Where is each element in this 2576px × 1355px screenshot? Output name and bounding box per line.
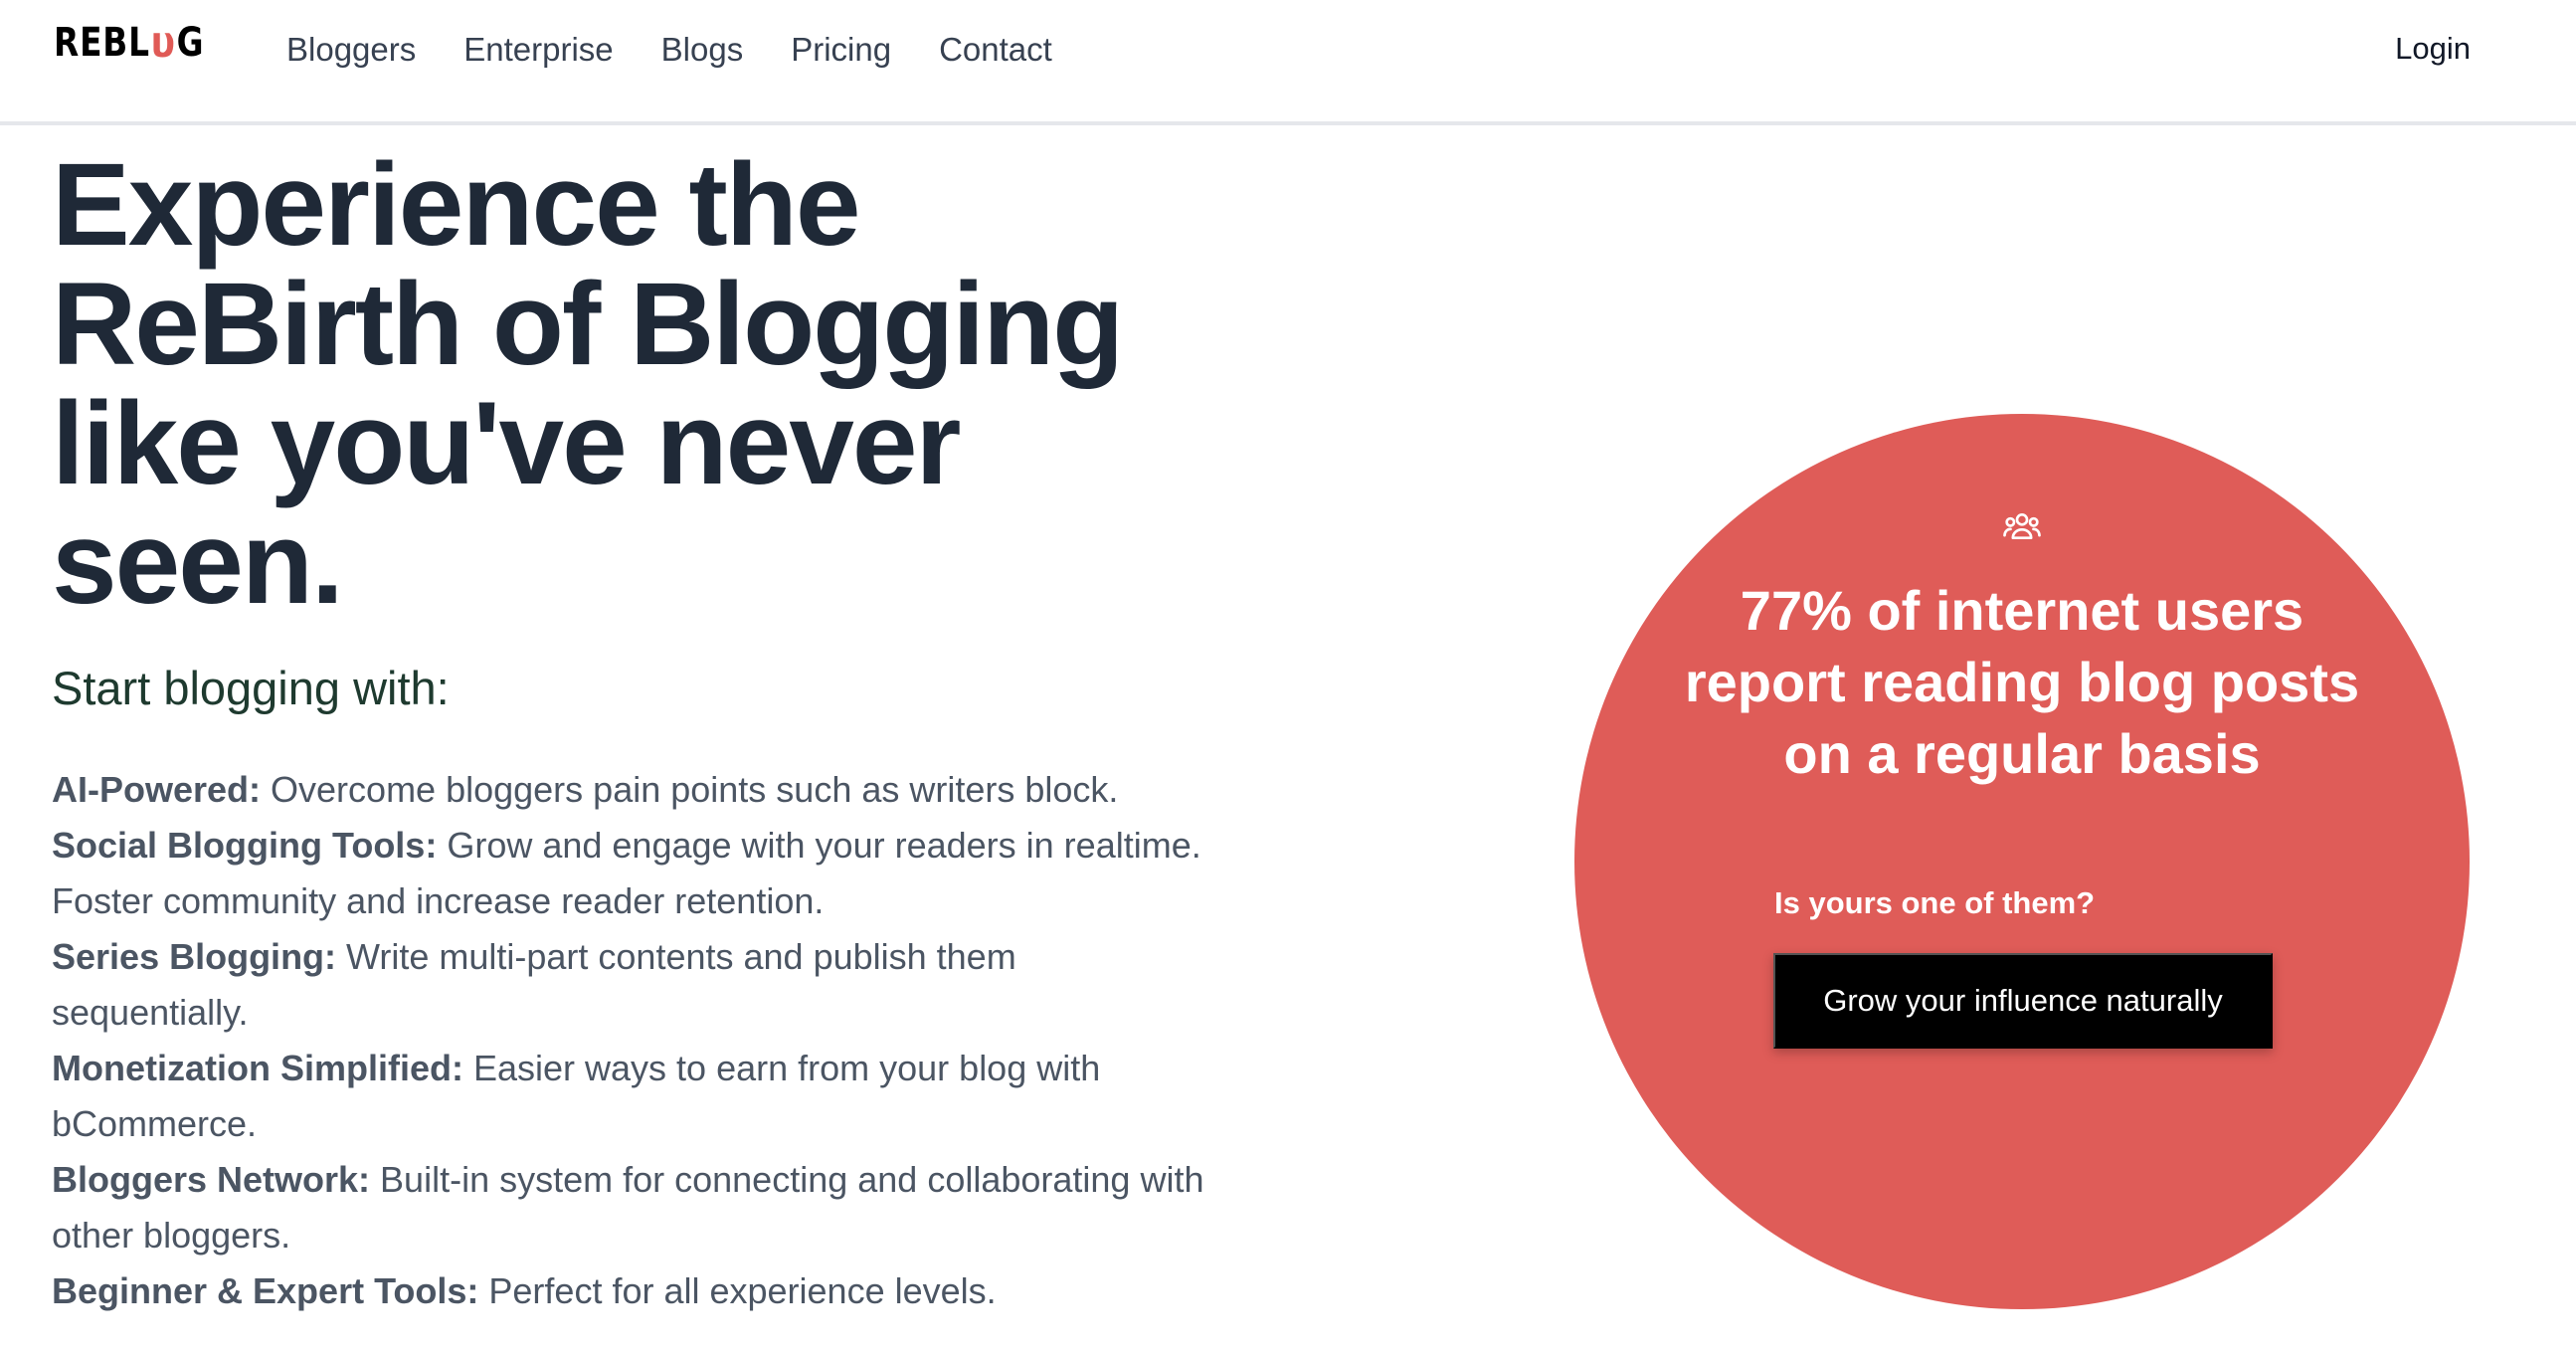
hero-title: Experience the ReBirth of Blogging like … [52, 139, 1124, 629]
feature-label: Bloggers Network: [52, 1159, 371, 1200]
feature-item-bloggers-network: Bloggers Network: Built-in system for co… [52, 1152, 1205, 1263]
promo-stat: 77% of internet users report reading blo… [1684, 579, 2360, 785]
hero-subtitle: Start blogging with: [52, 662, 450, 714]
feature-label: Social Blogging Tools: [52, 825, 438, 866]
promo-circle [1574, 414, 2470, 1309]
reblog-logo[interactable]: REBL υ G [54, 18, 204, 68]
feature-list: AI-Powered: Overcome bloggers pain point… [52, 762, 1205, 1319]
nav-link-pricing[interactable]: Pricing [791, 31, 891, 69]
promo-question: Is yours one of them? [1774, 885, 2096, 920]
users-icon [2003, 513, 2041, 539]
nav-link-bloggers[interactable]: Bloggers [286, 31, 416, 69]
nav-link-enterprise[interactable]: Enterprise [463, 31, 613, 69]
feature-item-series-blogging: Series Blogging: Write multi-part conten… [52, 929, 1205, 1041]
logo-text-prefix: REBL [54, 20, 150, 66]
logo-magnet-mark: υ [150, 17, 176, 68]
logo-text-suffix: G [176, 20, 205, 66]
feature-item-social-tools: Social Blogging Tools: Grow and engage w… [52, 818, 1205, 929]
login-link[interactable]: Login [2395, 26, 2471, 72]
feature-item-beginner-expert: Beginner & Expert Tools: Perfect for all… [52, 1263, 1205, 1319]
feature-label: Monetization Simplified: [52, 1048, 463, 1088]
feature-item-monetization: Monetization Simplified: Easier ways to … [52, 1041, 1205, 1152]
feature-text: Overcome bloggers pain points such as wr… [261, 769, 1119, 810]
nav-link-contact[interactable]: Contact [939, 31, 1052, 69]
feature-label: AI-Powered: [52, 769, 262, 810]
main-nav: Bloggers Enterprise Blogs Pricing Contac… [286, 22, 1100, 78]
grow-influence-button[interactable]: Grow your influence naturally [1773, 953, 2273, 1049]
feature-label: Series Blogging: [52, 936, 337, 977]
nav-link-blogs[interactable]: Blogs [661, 31, 744, 69]
feature-text: Perfect for all experience levels. [478, 1270, 997, 1311]
feature-item-ai-powered: AI-Powered: Overcome bloggers pain point… [52, 762, 1205, 818]
feature-label: Beginner & Expert Tools: [52, 1270, 479, 1311]
top-navbar: REBL υ G Bloggers Enterprise Blogs Pricing… [0, 0, 2576, 125]
